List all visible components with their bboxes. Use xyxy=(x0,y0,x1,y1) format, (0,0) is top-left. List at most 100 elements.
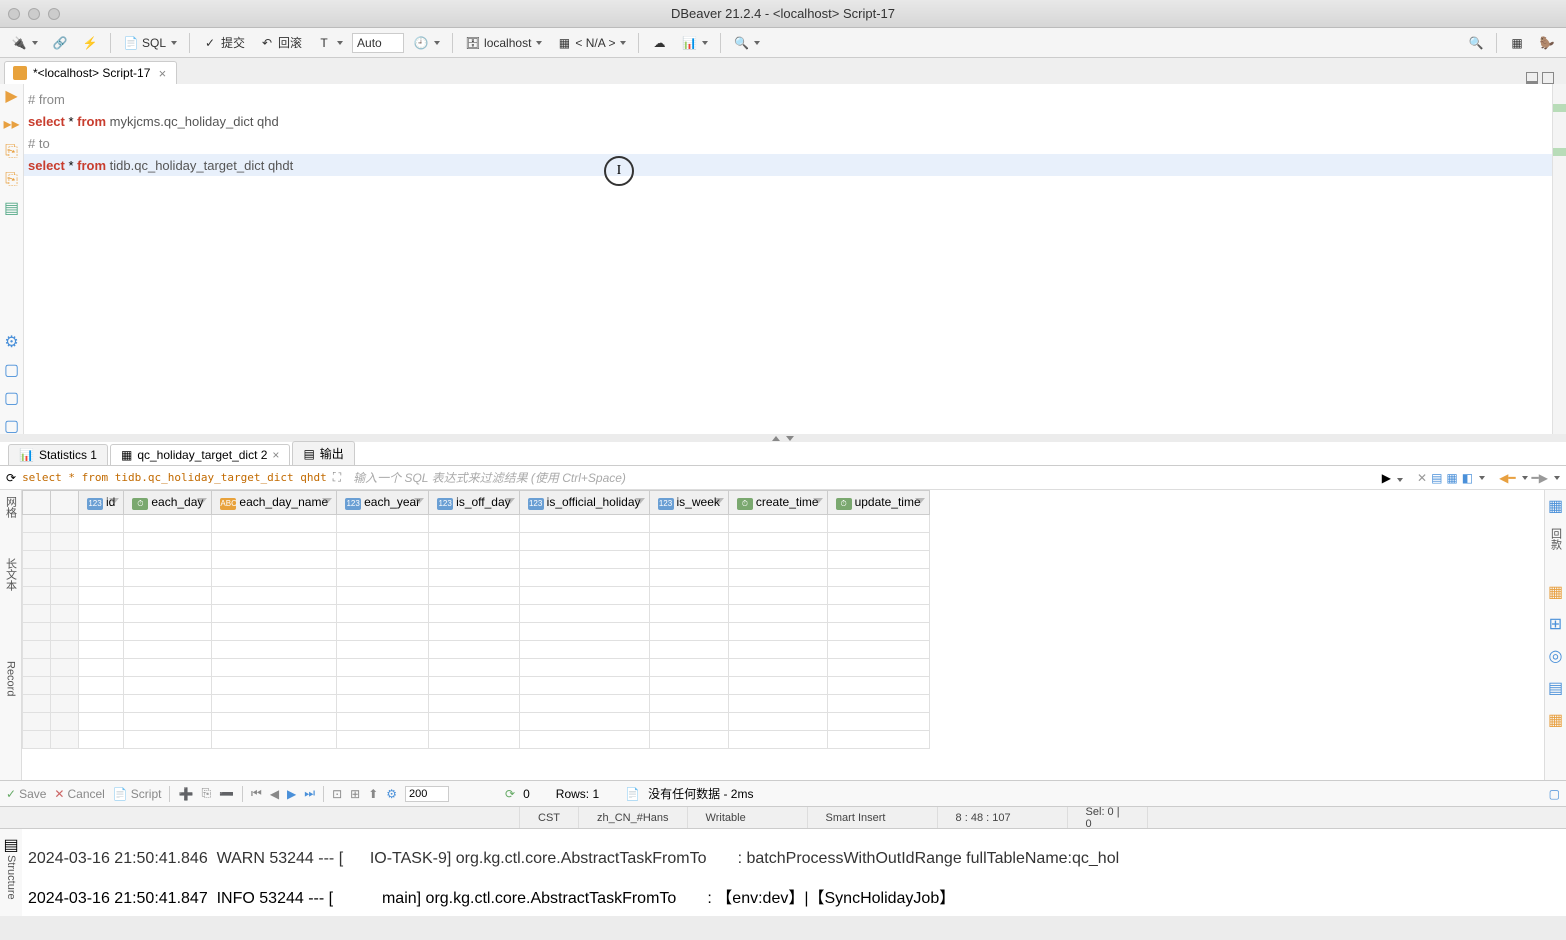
cloud-button[interactable]: ☁ xyxy=(646,33,672,53)
duplicate-row-button[interactable]: ⎘ xyxy=(201,786,211,801)
last-page-button[interactable]: ⏭ xyxy=(304,786,315,801)
panel1-button[interactable]: ▢ xyxy=(4,362,20,378)
console-output[interactable]: 2024-03-16 21:50:41.846 WARN 53244 --- [… xyxy=(22,829,1566,916)
close-result-tab[interactable]: × xyxy=(272,448,279,462)
tab-output[interactable]: ▤输出 xyxy=(292,441,354,465)
filter-panel-button[interactable]: ◧ xyxy=(1462,471,1473,485)
sql-editor-button[interactable]: 📄SQL xyxy=(118,33,182,53)
code-area[interactable]: # from select * from mykjcms.qc_holiday_… xyxy=(24,84,1552,434)
panel-btn-4[interactable]: ▤ xyxy=(1548,678,1563,698)
minimize-window[interactable] xyxy=(28,8,40,20)
column-each_year[interactable]: 123each_year xyxy=(337,491,429,515)
tab-statistics[interactable]: 📊Statistics 1 xyxy=(8,444,108,465)
zoom-button[interactable]: ⊞ xyxy=(350,787,360,801)
tab-data[interactable]: ▦qc_holiday_target_dict 2× xyxy=(110,444,290,465)
save-button[interactable]: ✓Save xyxy=(6,787,46,801)
execute-new-tab-button[interactable]: ⎘ xyxy=(4,172,20,188)
close-tab-button[interactable]: × xyxy=(156,67,168,79)
search-button[interactable]: 🔍 xyxy=(728,33,765,53)
filter-clear-button[interactable]: ✕ xyxy=(1417,471,1427,485)
column-is_off_day[interactable]: 123is_off_day xyxy=(429,491,520,515)
column-id[interactable]: 123id xyxy=(79,491,124,515)
panel-btn-1[interactable]: ▦ xyxy=(1548,582,1563,602)
add-row-button[interactable]: ➕ xyxy=(178,787,193,801)
column-update_time[interactable]: ⏱update_time xyxy=(827,491,929,515)
schema-selector[interactable]: ▦< N/A > xyxy=(551,33,631,53)
commit-button[interactable]: ✓提交 xyxy=(197,32,250,53)
maximize-results-button[interactable]: ▢ xyxy=(1549,787,1560,801)
editor-tab-script17[interactable]: *<localhost> Script-17 × xyxy=(4,61,177,84)
connection-selector[interactable]: 🗄localhost xyxy=(460,33,547,53)
next-page-button[interactable]: ▶ xyxy=(287,787,296,801)
column-create_time[interactable]: ⏱create_time xyxy=(728,491,827,515)
nodata-label: 没有任何数据 - 2ms xyxy=(648,785,753,802)
config-button[interactable]: ⚙ xyxy=(386,787,397,801)
nav-fwd-button[interactable]: ━▶ xyxy=(1532,471,1548,485)
prev-page-button[interactable]: ◀ xyxy=(270,787,279,801)
column-is_official_holiday[interactable]: 123is_official_holiday xyxy=(519,491,649,515)
column-is_week[interactable]: 123is_week xyxy=(649,491,728,515)
record-view-tab[interactable]: Record xyxy=(5,661,17,696)
column-each_day_name[interactable]: ABCeach_day_name xyxy=(212,491,337,515)
panel3-button[interactable]: ▢ xyxy=(4,418,20,434)
filter-settings-button[interactable]: ▤ xyxy=(1431,471,1442,485)
rollback-button[interactable]: ↶回滚 xyxy=(254,32,307,53)
filter-icon[interactable] xyxy=(505,498,515,508)
first-page-button[interactable]: ⏮ xyxy=(251,786,262,801)
panel-btn-3[interactable]: ◎ xyxy=(1549,646,1563,666)
filter-input[interactable]: 输入一个 SQL 表达式来过滤结果 (使用 Ctrl+Space) xyxy=(347,469,1376,486)
data-grid[interactable]: 123id⏱each_dayABCeach_day_name123each_ye… xyxy=(22,490,1544,780)
auto-commit-select[interactable]: Auto xyxy=(352,33,404,53)
maximize-editor[interactable] xyxy=(1542,72,1554,84)
column-each_day[interactable]: ⏱each_day xyxy=(124,491,212,515)
splitter[interactable] xyxy=(0,434,1566,442)
new-connection-button[interactable]: 🔌 xyxy=(6,33,43,53)
explain-button[interactable]: ⎘ xyxy=(4,144,20,160)
history-button[interactable]: 🕘 xyxy=(408,33,445,53)
filter-icon[interactable] xyxy=(813,498,823,508)
delete-row-button[interactable]: ➖ xyxy=(219,787,234,801)
grid-view-tab[interactable]: 网格 xyxy=(3,496,19,518)
filter-icon[interactable] xyxy=(414,498,424,508)
filter-icon[interactable] xyxy=(635,498,645,508)
cancel-button[interactable]: ✕Cancel xyxy=(54,787,104,801)
panels-toggle[interactable]: ▦ xyxy=(1548,496,1563,516)
sql-editor[interactable]: ▶ ▸▸ ⎘ ⎘ ▤ ⚙ ▢ ▢ ▢ # from select * from … xyxy=(0,84,1566,434)
apply-filter-button[interactable]: ▶ xyxy=(1382,471,1391,485)
minimize-editor[interactable] xyxy=(1526,72,1538,84)
filter-menu-button[interactable] xyxy=(1395,471,1403,485)
disconnect-button[interactable]: ⚡ xyxy=(77,33,103,53)
refresh-button[interactable]: ⟳ xyxy=(505,787,515,801)
filter-save-button[interactable]: ▦ xyxy=(1446,471,1457,485)
comment: # from xyxy=(28,92,65,107)
execute-script-button[interactable]: ▸▸ xyxy=(4,116,20,132)
perspective-button[interactable]: ▦ xyxy=(1504,33,1530,53)
execute-button[interactable]: ▶ xyxy=(4,88,20,104)
script-button[interactable]: 📄Script xyxy=(113,787,162,801)
panel2-button[interactable]: ▢ xyxy=(4,390,20,406)
page-size-input[interactable] xyxy=(405,786,449,802)
settings-gear-icon[interactable]: ⚙ xyxy=(4,334,20,350)
filter-icon[interactable] xyxy=(714,498,724,508)
panel-btn-5[interactable]: ▦ xyxy=(1548,710,1563,730)
zoom-window[interactable] xyxy=(48,8,60,20)
structure-tab[interactable]: Structure xyxy=(5,855,17,900)
export-data-button[interactable]: ⬆ xyxy=(368,787,378,801)
filter-icon[interactable] xyxy=(322,498,332,508)
filter-icon[interactable] xyxy=(109,498,119,508)
connect-button[interactable]: 🔗 xyxy=(47,33,73,53)
close-window[interactable] xyxy=(8,8,20,20)
find-button[interactable]: 🔍 xyxy=(1463,33,1489,53)
dbeaver-perspective[interactable]: 🦫 xyxy=(1534,33,1560,53)
transaction-button[interactable]: T xyxy=(311,33,348,53)
export-button[interactable]: 📊 xyxy=(676,33,713,53)
filter-icon[interactable] xyxy=(915,498,925,508)
load-plan-button[interactable]: ▤ xyxy=(4,200,20,216)
zoom-fit-button[interactable]: ⊡ xyxy=(332,787,342,801)
filter-icon[interactable] xyxy=(197,498,207,508)
panel-btn-2[interactable]: ⊞ xyxy=(1549,614,1562,634)
expand-icon[interactable]: ⛶ xyxy=(333,470,341,485)
nav-back-button[interactable]: ◀━ xyxy=(1499,471,1515,485)
text-view-tab[interactable]: 长文本 xyxy=(3,558,19,591)
structure-icon[interactable]: ▤ xyxy=(3,835,18,855)
